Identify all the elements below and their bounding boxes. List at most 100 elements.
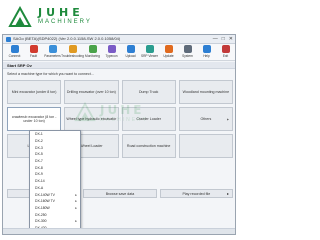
chevron-right-icon: ▸ xyxy=(226,191,229,196)
toolbar-button-label: SRP Viewer xyxy=(140,54,159,58)
dropdown-item-label: DX-8 xyxy=(35,165,43,170)
minimize-button[interactable]: — xyxy=(213,36,218,42)
title-bar: SAGo (BETA)(SDP4022) (Ver 2.0.0.1158-SW … xyxy=(3,35,235,44)
toolbar-button-update[interactable]: Update xyxy=(159,44,178,61)
toolbar-button-label: System xyxy=(182,54,193,58)
dropdown-item-label: DX-2 xyxy=(35,139,43,144)
machine-type-button[interactable]: Mini excavator (under 8 ton) xyxy=(7,80,62,104)
other-operation-button[interactable]: Browse save data xyxy=(83,189,157,198)
window-title: SAGo (BETA)(SDP4022) (Ver 2.0.0.1158-SW … xyxy=(13,36,121,41)
other-operation-button[interactable]: Play recorded file ▸ xyxy=(159,189,233,198)
typecon-icon xyxy=(107,45,116,53)
other-operation-label: Browse save data xyxy=(105,191,135,196)
toolbar-button-label: Upload xyxy=(125,54,136,58)
toolbar-button-label: Exit xyxy=(222,54,229,58)
toolbar-button-label: Troubleshooting xyxy=(61,54,84,58)
help-icon xyxy=(202,45,211,53)
toolbar-button-srp-viewer[interactable]: SRP Viewer xyxy=(140,44,159,61)
dropdown-item[interactable]: DX-3 xyxy=(30,144,80,151)
brand-mark-icon xyxy=(8,6,32,27)
exit-icon xyxy=(221,45,230,53)
toolbar-button-parameters[interactable]: Parameters xyxy=(43,44,62,61)
update-icon xyxy=(164,45,173,53)
other-operation-label: Play recorded file xyxy=(182,191,211,196)
dropdown-item[interactable]: DX-160W TV ▸ xyxy=(30,198,80,205)
dropdown-item-label: DX-1 xyxy=(35,132,43,137)
toolbar-button-monitoring[interactable]: Monitoring xyxy=(83,44,102,61)
toolbar-button-system[interactable]: System xyxy=(178,44,197,61)
dropdown-item-label: DX-14 xyxy=(35,179,45,184)
viewer-icon xyxy=(145,45,154,53)
dropdown-item[interactable]: DX-180W ▸ xyxy=(30,205,80,212)
machine-grid-row: Mini excavator (under 8 ton) Drilling exc… xyxy=(7,80,233,104)
dropdown-item[interactable]: DX-8 xyxy=(30,164,80,171)
window-controls: — □ ✕ xyxy=(213,36,233,42)
machine-type-label: crawlerub excavator (8 ton - under 10 to… xyxy=(11,115,57,123)
toolbar-button-fault[interactable]: Fault xyxy=(24,44,43,61)
machine-type-label: Mini excavator (under 8 ton) xyxy=(11,90,57,94)
brand-name: JUHE xyxy=(38,6,84,19)
monitoring-icon xyxy=(88,45,97,53)
app-window: SAGo (BETA)(SDP4022) (Ver 2.0.0.1158-SW … xyxy=(2,34,236,235)
toolbar-button-label: Parameters xyxy=(44,54,61,58)
machine-type-button[interactable]: Road construction machine xyxy=(121,134,176,158)
dropdown-item[interactable]: DX-2 xyxy=(30,138,80,145)
main-toolbar: Connect Fault Parameters Troubleshooting Mon… xyxy=(3,44,235,61)
machine-grid-row: crawlerub excavator (8 ton - under 10 to… xyxy=(7,107,233,131)
chevron-right-icon: ▸ xyxy=(226,116,229,122)
machine-type-label: Others xyxy=(200,117,212,121)
connect-icon xyxy=(10,45,19,53)
toolbar-button-troubleshooting[interactable]: Troubleshooting xyxy=(61,44,84,61)
dropdown-item[interactable]: DX-140W TV ▸ xyxy=(30,191,80,198)
chevron-right-icon: ▸ xyxy=(75,192,77,197)
toolbar-button-label: Typecon xyxy=(105,54,118,58)
dropdown-item-label: DX-160W TV xyxy=(35,199,55,204)
machine-type-button[interactable]: Woodland mounting machine xyxy=(178,80,233,104)
machine-type-button[interactable]: Dump Truck xyxy=(121,80,176,104)
maximize-button[interactable]: □ xyxy=(222,36,225,42)
chevron-right-icon: ▸ xyxy=(75,219,77,224)
dropdown-item-label: DX-180W xyxy=(35,205,50,210)
fault-icon xyxy=(29,45,38,53)
toolbar-button-label: Update xyxy=(163,54,174,58)
toolbar-button-typecon[interactable]: Typecon xyxy=(102,44,121,61)
dropdown-item[interactable]: DX-300 ▸ xyxy=(30,218,80,225)
close-button[interactable]: ✕ xyxy=(229,36,233,42)
toolbar-button-label: Fault xyxy=(29,54,38,58)
model-dropdown-menu: DX-1 DX-2 DX-3 DX-5 DX-7 DX-8 DX-9 DX-14 DX-A DX-… xyxy=(29,130,81,230)
toolbar-button-label: Help xyxy=(203,54,210,58)
toolbar-button-help[interactable]: Help xyxy=(197,44,216,61)
dropdown-item[interactable]: DX-7 xyxy=(30,158,80,165)
app-icon xyxy=(6,37,11,42)
dropdown-item-label: DX-300 xyxy=(35,219,47,224)
toolbar-button-connect[interactable]: Connect xyxy=(5,44,24,61)
toolbar-button-label: Connect xyxy=(8,54,21,58)
dropdown-item[interactable]: DX-5 xyxy=(30,151,80,158)
toolbar-button-upload[interactable]: Upload xyxy=(121,44,140,61)
machine-type-button[interactable]: crawlerub excavator (8 ton - under 10 to… xyxy=(7,107,62,131)
dropdown-item[interactable]: DX-1 xyxy=(30,131,80,138)
machine-type-prompt: Select a machine type for which you want… xyxy=(7,72,94,76)
machine-type-button[interactable]: Crawler Loader xyxy=(121,107,176,131)
chevron-right-icon: ▸ xyxy=(75,199,77,204)
dropdown-item-label: DX-3 xyxy=(35,145,43,150)
machine-type-label: Dump Truck xyxy=(138,90,159,94)
machine-type-label: Road construction machine xyxy=(126,144,171,148)
machine-type-button[interactable]: Others ▸ xyxy=(178,107,233,131)
dropdown-item[interactable]: DX-9 xyxy=(30,171,80,178)
dropdown-item-label: DX-7 xyxy=(35,159,43,164)
machine-type-button[interactable] xyxy=(178,134,233,158)
dropdown-item[interactable]: DX-A xyxy=(30,185,80,192)
dropdown-item-label: DX-A xyxy=(35,185,44,190)
dropdown-item[interactable]: DX-14 xyxy=(30,178,80,185)
toolbar-button-exit[interactable]: Exit xyxy=(216,44,235,61)
machine-type-button[interactable]: Drilling excavator (over 10 ton) xyxy=(64,80,119,104)
machine-type-label: Wheel Loader xyxy=(80,144,103,148)
status-bar xyxy=(3,228,235,234)
dropdown-item[interactable]: DX-250 xyxy=(30,211,80,218)
dropdown-item-label: DX-5 xyxy=(35,152,43,157)
brand-subtitle: MACHINERY xyxy=(38,19,92,25)
troubleshooting-icon xyxy=(68,45,77,53)
machine-type-button[interactable]: Wheel type hydraulic excavator xyxy=(64,107,119,131)
machine-type-label: Crawler Loader xyxy=(136,117,161,121)
